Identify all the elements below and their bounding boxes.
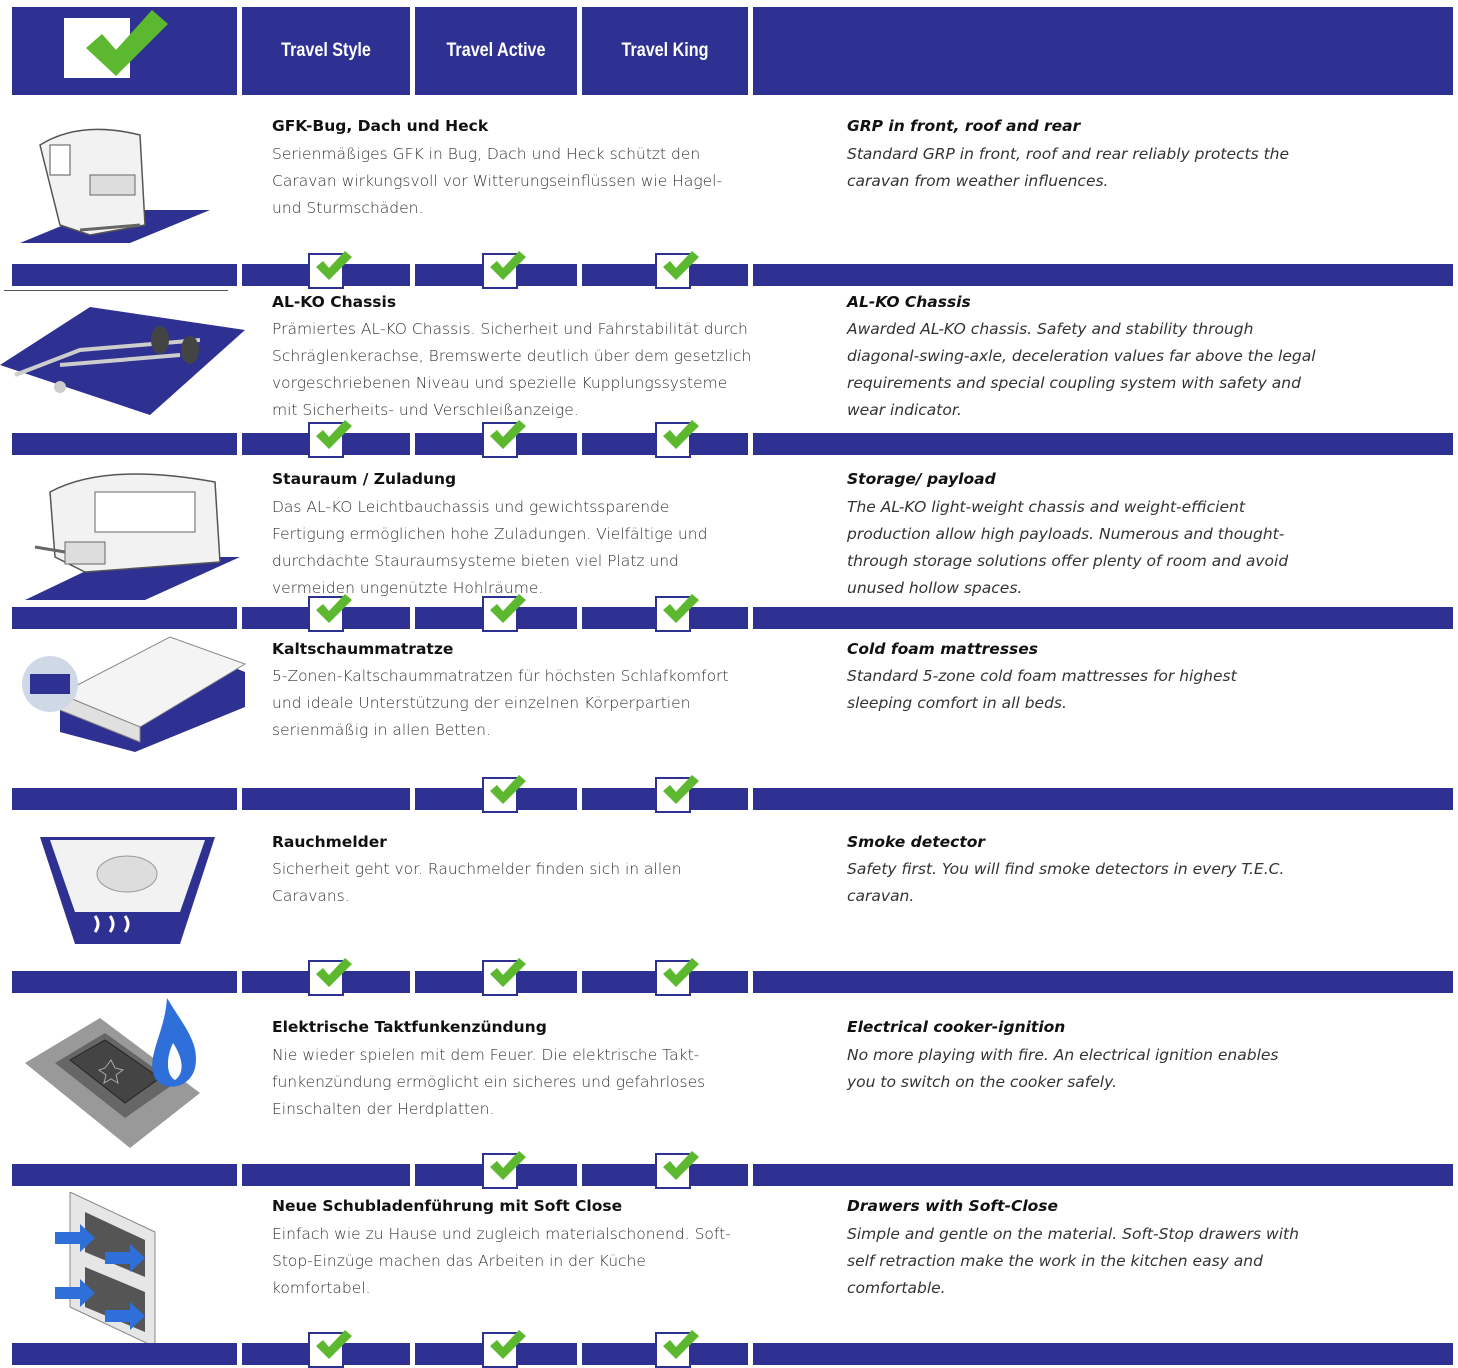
feature-title-en: Drawers with Soft-Close <box>847 1197 1059 1215</box>
divider-bar <box>12 607 237 629</box>
checkmark-icon <box>490 1151 526 1180</box>
divider-bar <box>753 1164 1453 1186</box>
availability-check-travel-active <box>482 594 526 632</box>
feature-text-en: The AL-KO light-weight chassis and weigh… <box>847 498 1289 597</box>
availability-check-travel-king <box>655 420 699 458</box>
checkmark-icon <box>663 775 699 804</box>
availability-check-travel-active <box>482 1151 526 1189</box>
availability-check-travel-king <box>655 1151 699 1189</box>
divider-bar <box>12 1343 237 1365</box>
feature-title-de: AL-KO Chassis <box>272 293 397 311</box>
feature-title-en: Storage/ payload <box>847 470 996 488</box>
feature-text-en: No more playing with fire. An electrical… <box>847 1046 1279 1091</box>
feature-title-en: GRP in front, roof and rear <box>847 117 1081 135</box>
availability-check-travel-king <box>655 251 699 289</box>
checkmark-icon <box>490 1330 526 1359</box>
header-label-travel-active: Travel Active <box>446 40 546 61</box>
feature-title-en: Cold foam mattresses <box>847 640 1039 658</box>
storage-caravan-icon <box>25 462 240 606</box>
caravan-grp-icon <box>20 115 230 249</box>
feature-text-de: 5-Zonen-Kaltschaummatratzen für höchsten… <box>272 667 729 739</box>
feature-text-de: Prämiertes AL-KO Chassis. Sicherheit und… <box>272 320 752 419</box>
availability-check-travel-active <box>482 1330 526 1368</box>
feature-title-de: GFK-Bug, Dach und Heck <box>272 117 489 135</box>
feature-text-de: Das AL-KO Leichtbauchassis und gewichtss… <box>272 498 708 597</box>
divider-bar <box>753 788 1453 810</box>
availability-check-travel-king <box>655 1330 699 1368</box>
header-label-travel-style: Travel Style <box>281 40 371 61</box>
availability-check-travel-active <box>482 775 526 813</box>
availability-check-travel-style <box>308 958 352 996</box>
mattress-icon <box>20 632 250 761</box>
checkmark-icon <box>663 420 699 449</box>
checkmark-icon <box>316 420 352 449</box>
divider-line <box>4 290 228 291</box>
logo-checkbox <box>64 10 168 78</box>
smoke-detector-icon <box>40 832 215 951</box>
header-label-travel-king: Travel King <box>621 40 709 61</box>
feature-title-de: Elektrische Taktfunkenzündung <box>272 1018 547 1036</box>
availability-check-travel-active <box>482 251 526 289</box>
checkmark-icon <box>316 594 352 623</box>
availability-check-travel-style <box>308 251 352 289</box>
divider-bar <box>12 971 237 993</box>
availability-check-travel-style <box>308 1330 352 1368</box>
checkmark-icon <box>663 1330 699 1359</box>
availability-check-travel-style <box>308 420 352 458</box>
feature-title-en: Electrical cooker-ignition <box>847 1018 1066 1036</box>
checkmark-icon <box>86 10 168 76</box>
checkmark-icon <box>663 1151 699 1180</box>
header-spacer <box>753 7 1453 95</box>
feature-title-en: AL-KO Chassis <box>847 293 971 311</box>
checkmark-icon <box>490 958 526 987</box>
feature-text-en: Safety first. You will find smoke detect… <box>847 860 1285 905</box>
availability-check-travel-king <box>655 775 699 813</box>
checkmark-icon <box>490 594 526 623</box>
checkmark-icon <box>490 251 526 280</box>
checkmark-icon <box>316 1330 352 1359</box>
divider-bar <box>753 607 1453 629</box>
checkmark-icon <box>316 251 352 280</box>
divider-bar <box>753 433 1453 455</box>
divider-bar <box>753 971 1453 993</box>
divider-bar <box>12 264 237 286</box>
divider-bar <box>12 433 237 455</box>
checkmark-icon <box>490 420 526 449</box>
feature-text-de: Nie wieder spielen mit dem Feuer. Die el… <box>272 1046 706 1118</box>
feature-text-en: Awarded AL-KO chassis. Safety and stabil… <box>847 320 1316 419</box>
feature-title-de: Neue Schubladenführung mit Soft Close <box>272 1197 623 1215</box>
feature-text-en: Standard GRP in front, roof and rear rel… <box>847 145 1290 190</box>
availability-check-travel-style <box>308 594 352 632</box>
feature-text-de: Sicherheit geht vor. Rauchmelder finden … <box>272 860 682 905</box>
divider-bar <box>242 788 410 810</box>
checkmark-icon <box>663 251 699 280</box>
feature-title-en: Smoke detector <box>847 833 986 851</box>
feature-text-en: Standard 5-zone cold foam mattresses for… <box>847 667 1237 712</box>
checkmark-icon <box>490 775 526 804</box>
feature-text-de: Serienmäßiges GFK in Bug, Dach und Heck … <box>272 145 723 217</box>
feature-title-de: Rauchmelder <box>272 833 387 851</box>
availability-check-travel-king <box>655 958 699 996</box>
feature-title-de: Kaltschaummatratze <box>272 640 454 658</box>
checkmark-icon <box>663 594 699 623</box>
feature-text-en: Simple and gentle on the material. Soft-… <box>847 1225 1299 1297</box>
availability-check-travel-king <box>655 594 699 632</box>
divider-bar <box>753 1343 1453 1365</box>
availability-check-travel-active <box>482 420 526 458</box>
chassis-icon <box>0 295 245 424</box>
drawer-soft-close-icon <box>55 1191 165 1351</box>
ignition-flame-icon <box>25 998 225 1152</box>
checkmark-icon <box>316 958 352 987</box>
divider-bar <box>12 788 237 810</box>
checkmark-icon <box>663 958 699 987</box>
feature-text-de: Einfach wie zu Hause und zugleich materi… <box>272 1225 731 1297</box>
feature-title-de: Stauraum / Zuladung <box>272 470 457 488</box>
divider-bar <box>12 1164 237 1186</box>
divider-bar <box>753 264 1453 286</box>
availability-check-travel-active <box>482 958 526 996</box>
divider-bar <box>242 1164 410 1186</box>
